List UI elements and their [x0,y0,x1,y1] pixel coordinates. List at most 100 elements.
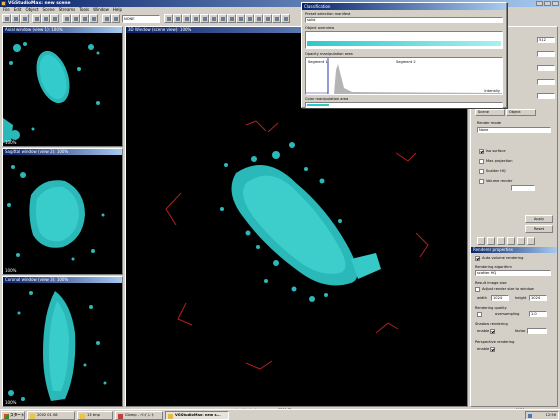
nav-button-2[interactable] [487,237,495,245]
folder-icon [80,413,85,419]
sagittal-viewport[interactable]: 100% [3,155,122,274]
tool-14-button[interactable] [281,14,290,23]
paste-button[interactable] [50,14,59,23]
apply-button[interactable]: Apply [525,215,553,223]
cut-button[interactable] [32,14,41,23]
select-tool-button[interactable] [102,14,111,23]
option-volume-checkbox[interactable] [479,179,484,184]
option-maxproj-label: Max projection [486,159,513,163]
reset-button[interactable]: Reset [525,225,553,233]
tool-3-button[interactable] [182,14,191,23]
intensity-max-label: Intensity [484,89,500,93]
coronal-viewport[interactable]: 100% [3,283,122,406]
start-button[interactable]: スタート [1,411,25,420]
option-iso-label: Iso surface [486,149,506,153]
nav-button-6[interactable] [527,237,535,245]
shadow-enable-label: enable [477,329,490,333]
render-value-field[interactable] [511,185,535,191]
menu-object[interactable]: Object [25,7,38,12]
menu-tools[interactable]: Tools [79,7,89,12]
tab-scene[interactable]: Scene [475,109,505,116]
copy-button[interactable] [41,14,50,23]
color-bar[interactable] [305,102,503,108]
oversampling-field[interactable]: 1.0 [529,311,547,317]
tool-6-button[interactable] [209,14,218,23]
tool-7-button[interactable] [218,14,227,23]
algorithm-select[interactable]: scatter HQ [475,270,551,276]
option-iso-checkbox[interactable] [479,149,484,154]
tool-4-button[interactable] [191,14,200,23]
nav-button-1[interactable] [477,237,485,245]
nav-button-4[interactable] [507,237,515,245]
folder-icon [30,413,35,419]
tool-10-button[interactable] [245,14,254,23]
tool-13-button[interactable] [272,14,281,23]
auto-render-checkbox[interactable] [475,256,480,261]
tab-object[interactable]: Object [506,109,536,116]
menu-file[interactable]: File [3,7,10,12]
taskbar-item-2[interactable]: 13 tmp [77,411,113,420]
menu-help[interactable]: Help [113,7,122,12]
menu-edit[interactable]: Edit [14,7,22,12]
option-maxproj-checkbox[interactable] [479,159,484,164]
shadow-factor-field[interactable] [527,328,547,334]
taskbar-item-3[interactable]: Clomp - ペイント [115,411,163,420]
render-mode-select[interactable]: None [477,127,551,133]
nav-button-5[interactable] [517,237,525,245]
rotate-tool-button[interactable] [111,14,120,23]
redo-button[interactable] [71,14,80,23]
scene-width-field[interactable]: 512 [537,37,555,43]
tool-12-button[interactable] [263,14,272,23]
tool-9-button[interactable] [236,14,245,23]
shadow-label: Shadow rendering [475,322,508,326]
render-mode-label: Render mode [477,121,502,125]
tool-1-button[interactable] [164,14,173,23]
zoom-in-button[interactable] [80,14,89,23]
height-field[interactable]: 1024 [529,295,547,301]
system-tray: 12:56 [525,411,559,420]
option-volume-label: Volume render [486,179,513,183]
adjust-size-checkbox[interactable] [475,287,480,292]
tool-8-button[interactable] [227,14,236,23]
taskbar-item-4[interactable]: VGStudioMax: new s... [165,411,229,420]
menu-window[interactable]: Window [93,7,109,12]
axial-viewport[interactable]: 100% [3,33,122,146]
quality-checkbox[interactable] [477,312,482,317]
menu-streams[interactable]: Streams [59,7,76,12]
zoom-out-button[interactable] [89,14,98,23]
window-title: VGStudioMax: new scene [8,1,71,6]
mode-select[interactable]: NONE [122,15,160,23]
nav-button-3[interactable] [497,237,505,245]
width-field[interactable]: 1024 [491,295,509,301]
option-scatter-label: Scatter HQ [486,169,506,173]
scene-field-3[interactable] [537,65,555,71]
color-area-label: Color manipulation area [305,97,349,101]
object-overview-area[interactable] [305,31,503,49]
tool-2-button[interactable] [173,14,182,23]
axial-view-window: Axial window (view 1): 100% 100% [2,26,123,147]
tool-11-button[interactable] [254,14,263,23]
segment1-label: Segment 1 [308,60,328,64]
opacity-histogram[interactable]: Segment 1 Segment 2 Intensity [305,57,503,95]
preset-select[interactable]: solid [305,17,503,23]
option-scatter-checkbox[interactable] [479,169,484,174]
shadow-enable-checkbox[interactable] [490,329,495,334]
scene-field-5[interactable] [537,93,555,99]
minimize-button[interactable] [536,1,543,6]
open-button[interactable] [11,14,20,23]
perspective-label: Perspective rendering [475,340,515,344]
menu-scene[interactable]: Scene [42,7,54,12]
scene-field-4[interactable] [537,79,555,85]
tool-5-button[interactable] [200,14,209,23]
scene-field-2[interactable] [537,51,555,57]
paint-icon [118,413,123,419]
new-button[interactable] [2,14,11,23]
perspective-enable-checkbox[interactable] [490,347,495,352]
taskbar-item-1[interactable]: 2002 01 08 [27,411,75,420]
width-label: width [477,296,487,300]
undo-button[interactable] [62,14,71,23]
tray-icon[interactable] [528,414,532,418]
maximize-button[interactable] [544,1,551,6]
close-button[interactable] [552,1,559,6]
save-button[interactable] [20,14,29,23]
